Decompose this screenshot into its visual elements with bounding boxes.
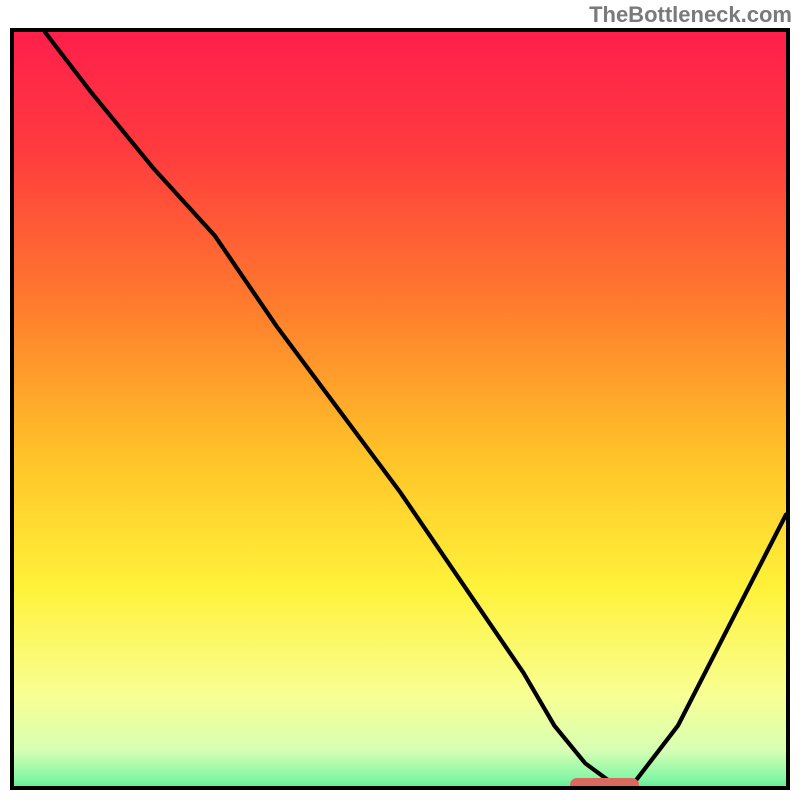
watermark-text: TheBottleneck.com	[589, 2, 792, 28]
chart-frame: TheBottleneck.com	[0, 0, 800, 800]
background-gradient	[14, 32, 786, 790]
optimal-marker	[570, 778, 639, 790]
plot-area	[10, 28, 790, 790]
